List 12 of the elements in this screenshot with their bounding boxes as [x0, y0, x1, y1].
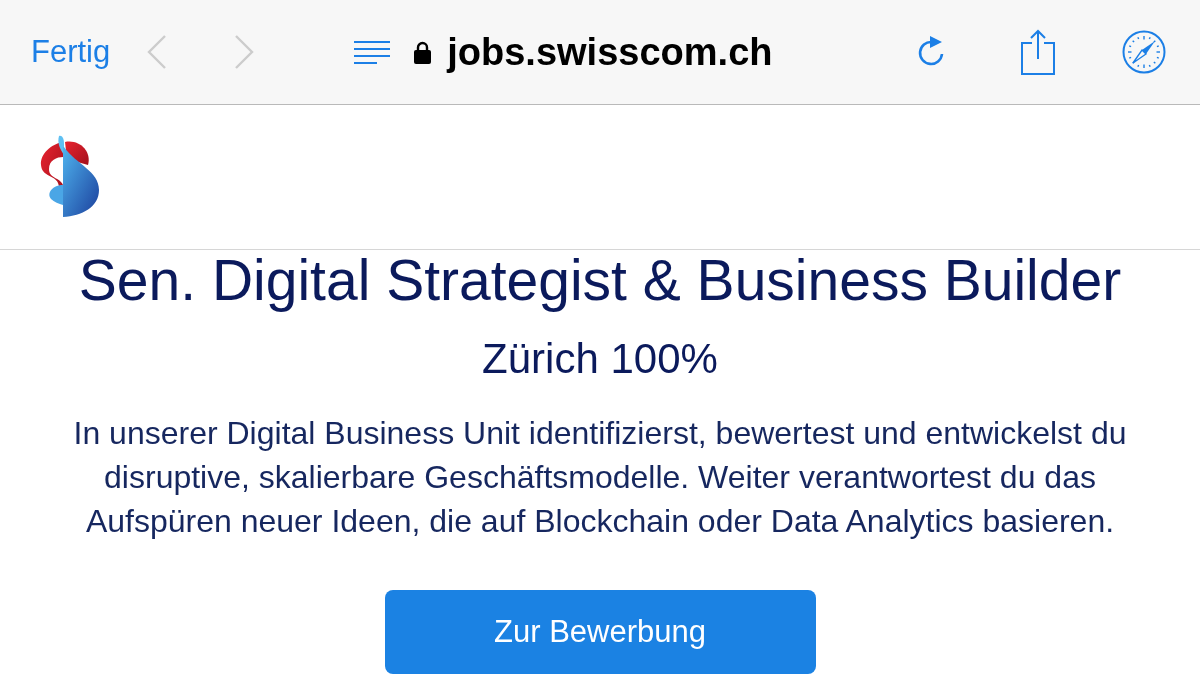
job-title: Sen. Digital Strategist & Business Builder [78, 250, 1122, 310]
done-button[interactable]: Fertig [31, 34, 111, 70]
chevron-left-icon [147, 35, 168, 69]
apply-button[interactable]: Zur Bewerbung [384, 590, 816, 674]
job-location: Zürich 100% [482, 335, 718, 383]
chevron-right-icon [234, 35, 255, 69]
share-icon[interactable] [1021, 29, 1055, 75]
job-description: In unserer Digital Business Unit identifizierst, bewertest und entwickelst du disruptive, skalierbare Geschäftsmodelle. Weiter verantwortest du das Aufspüren neuer Ideen, die auf Blockchain oder Data Analytics basieren. [72, 414, 1128, 541]
reader-view-icon[interactable] [354, 40, 391, 64]
compass-icon[interactable] [1122, 30, 1166, 74]
reload-icon[interactable] [916, 36, 946, 68]
url-text[interactable]: jobs.swisscom.ch [447, 30, 773, 74]
